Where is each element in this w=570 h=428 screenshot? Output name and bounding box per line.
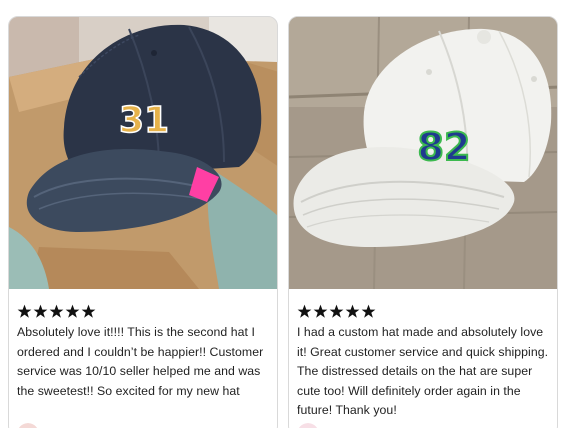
star-icon bbox=[65, 304, 80, 318]
white-cap-photo: 82 bbox=[289, 17, 557, 289]
star-icon bbox=[81, 304, 96, 318]
rating-stars-2 bbox=[297, 304, 376, 319]
navy-cap-photo: 31 bbox=[9, 17, 277, 289]
star-icon bbox=[49, 304, 64, 318]
cap-number-1: 31 bbox=[119, 100, 169, 141]
review-text-2: I had a custom hat made and absolutely l… bbox=[297, 325, 549, 418]
rating-stars-1 bbox=[17, 304, 96, 319]
review-photo-1[interactable]: 31 bbox=[9, 17, 277, 289]
avatar-icon bbox=[298, 423, 318, 428]
reviews-page: 31 Absolutely love it!!!! This is the se… bbox=[0, 0, 570, 428]
star-icon bbox=[361, 304, 376, 318]
cap-number-2: 82 bbox=[418, 125, 471, 169]
star-icon bbox=[297, 304, 312, 318]
review-card-1[interactable]: 31 Absolutely love it!!!! This is the se… bbox=[8, 16, 278, 428]
star-icon bbox=[17, 304, 32, 318]
reviewer-avatar-1[interactable] bbox=[17, 423, 39, 428]
avatar-icon bbox=[18, 423, 38, 428]
review-photo-2[interactable]: 82 bbox=[289, 17, 557, 289]
reviewer-avatar-2[interactable] bbox=[297, 423, 319, 428]
star-icon bbox=[33, 304, 48, 318]
review-card-2[interactable]: 82 I had a custom hat made and absolutel… bbox=[288, 16, 558, 428]
review-text-1: Absolutely love it!!!! This is the secon… bbox=[17, 325, 264, 398]
star-icon bbox=[345, 304, 360, 318]
star-icon bbox=[313, 304, 328, 318]
star-icon bbox=[329, 304, 344, 318]
